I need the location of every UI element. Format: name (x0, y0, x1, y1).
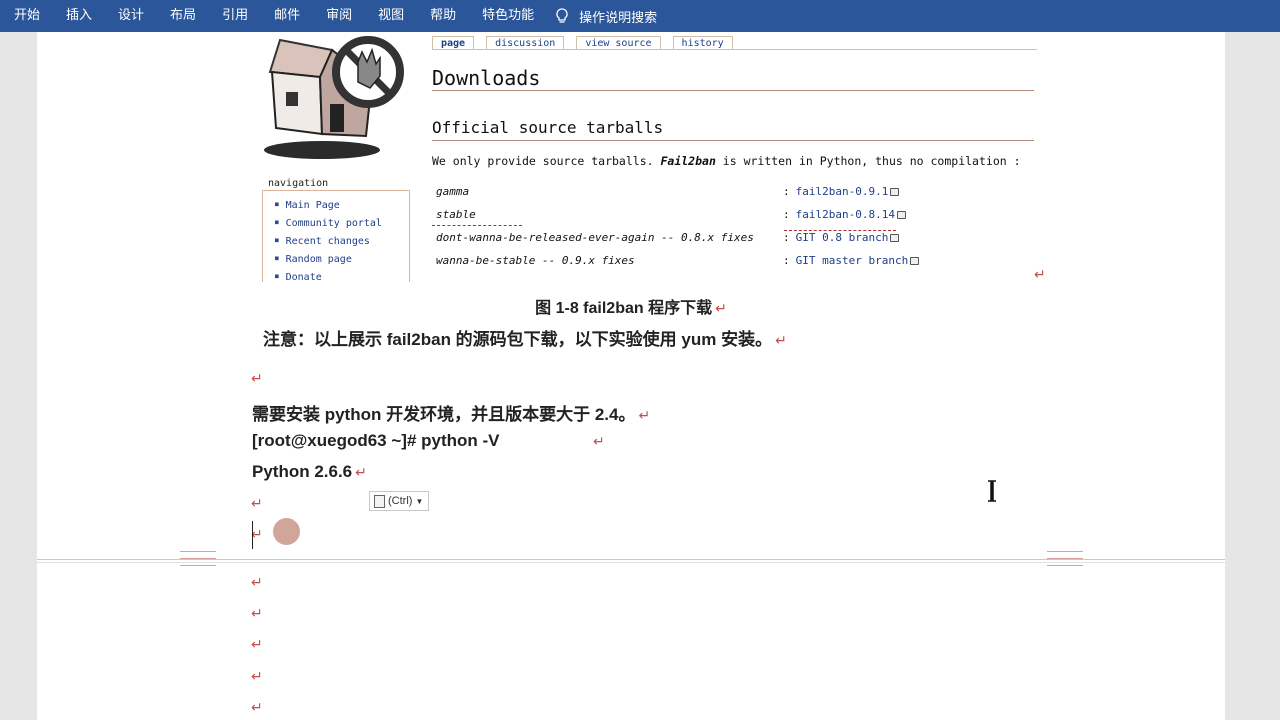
paste-options-label: (Ctrl) (388, 495, 413, 507)
text-caret (252, 521, 253, 549)
doc-line-python-version: Python 2.6.6 ↵ (252, 462, 367, 481)
paragraph-mark: ↵ (251, 370, 263, 386)
tell-me-search[interactable]: 操作说明搜索 (555, 7, 657, 26)
stable-underline (432, 223, 522, 226)
download-row: dont-wanna-be-released-ever-again -- 0.8… (436, 231, 1036, 247)
navigation-title: navigation (268, 178, 329, 189)
download-link[interactable]: : fail2ban-0.9.1 (783, 185, 900, 198)
nav-link-random-page[interactable]: Random page (275, 251, 409, 269)
wiki-tabs: page discussion view source history (432, 36, 745, 50)
tab-references[interactable]: 引用 (209, 0, 261, 32)
download-row: wanna-be-stable -- 0.9.x fixes : GIT mast… (436, 254, 1036, 270)
download-name: dont-wanna-be-released-ever-again -- 0.8… (436, 231, 754, 244)
lock-icon (910, 257, 920, 265)
heading-divider (432, 90, 1034, 91)
figure-caption: 图 1-8 fail2ban 程序下载 ↵ (535, 300, 727, 317)
nav-link-recent-changes[interactable]: Recent changes (275, 233, 409, 251)
tab-layout[interactable]: 布局 (157, 0, 209, 32)
lock-icon (890, 234, 900, 242)
lock-icon (896, 211, 906, 219)
wiki-heading: Downloads (432, 66, 541, 90)
tab-view[interactable]: 视图 (365, 0, 417, 32)
stable-link-underline (784, 228, 896, 231)
note-line: 注意：以上展示 fail2ban 的源码包下载，以下实验使用 yum 安装。 ↵ (263, 330, 787, 349)
download-row: stable : fail2ban-0.8.14 (436, 208, 1036, 224)
wiki-intro-text: We only provide source tarballs. Fail2ba… (432, 154, 1021, 168)
nav-link-community-portal[interactable]: Community portal (275, 215, 409, 233)
wiki-tab-view-source[interactable]: view source (576, 36, 661, 50)
clipboard-icon (374, 494, 385, 508)
lightbulb-icon (556, 8, 568, 23)
lock-icon (890, 188, 900, 196)
paragraph-mark: ↵ (251, 699, 263, 715)
document-page[interactable]: navigation Main Page Community portal Re… (37, 32, 1225, 720)
tell-me-label: 操作说明搜索 (579, 10, 658, 26)
ribbon-tab-bar: 开始 插入 设计 布局 引用 邮件 审阅 视图 帮助 特色功能 操作说明搜索 (0, 0, 1280, 32)
paragraph-mark: ↵ (1034, 266, 1046, 282)
download-name: stable (436, 208, 476, 221)
wiki-tab-divider (432, 49, 1037, 50)
margin-crop-mark (180, 551, 216, 566)
paragraph-mark: ↵ (251, 495, 263, 511)
nav-link-donate[interactable]: Donate (275, 269, 409, 282)
download-row: gamma : fail2ban-0.9.1 (436, 185, 1036, 201)
download-link[interactable]: : fail2ban-0.8.14 (783, 208, 906, 221)
tab-design[interactable]: 设计 (105, 0, 157, 32)
download-name: wanna-be-stable -- 0.9.x fixes (436, 254, 635, 267)
navigation-box: Main Page Community portal Recent change… (262, 190, 410, 282)
paragraph-mark: ↵ (251, 605, 263, 621)
click-highlight-indicator (273, 518, 300, 545)
paragraph-mark: ↵ (251, 668, 263, 684)
subheading-divider (432, 140, 1034, 141)
tab-insert[interactable]: 插入 (53, 0, 105, 32)
paragraph-mark: ↵ (593, 433, 605, 449)
embedded-screenshot[interactable]: navigation Main Page Community portal Re… (262, 32, 1067, 282)
margin-crop-mark (1047, 551, 1083, 566)
doc-line-command: [root@xuegod63 ~]# python -V (252, 431, 500, 450)
paste-options-button[interactable]: (Ctrl) ▼ (369, 491, 429, 511)
download-link[interactable]: : GIT 0.8 branch (783, 231, 900, 244)
fail2ban-logo-icon (264, 36, 404, 159)
dropdown-arrow-icon: ▼ (415, 496, 424, 506)
download-link[interactable]: : GIT master branch (783, 254, 920, 267)
wiki-subheading: Official source tarballs (432, 118, 664, 137)
nav-link-main-page[interactable]: Main Page (275, 197, 409, 215)
wiki-tab-page[interactable]: page (432, 36, 475, 50)
paragraph-mark: ↵ (251, 636, 263, 652)
tab-home[interactable]: 开始 (0, 0, 53, 32)
tab-special-features[interactable]: 特色功能 (469, 0, 547, 32)
ibeam-cursor-icon (988, 480, 996, 502)
wiki-tab-discussion[interactable]: discussion (486, 36, 565, 50)
doc-line-install-python: 需要安装 python 开发环境，并且版本要大于 2.4。 ↵ (252, 405, 651, 424)
tab-mailings[interactable]: 邮件 (261, 0, 313, 32)
tab-help[interactable]: 帮助 (417, 0, 469, 32)
wiki-tab-history[interactable]: history (672, 36, 733, 50)
tab-review[interactable]: 审阅 (313, 0, 365, 32)
download-name: gamma (436, 185, 470, 198)
paragraph-mark: ↵ (251, 574, 263, 590)
